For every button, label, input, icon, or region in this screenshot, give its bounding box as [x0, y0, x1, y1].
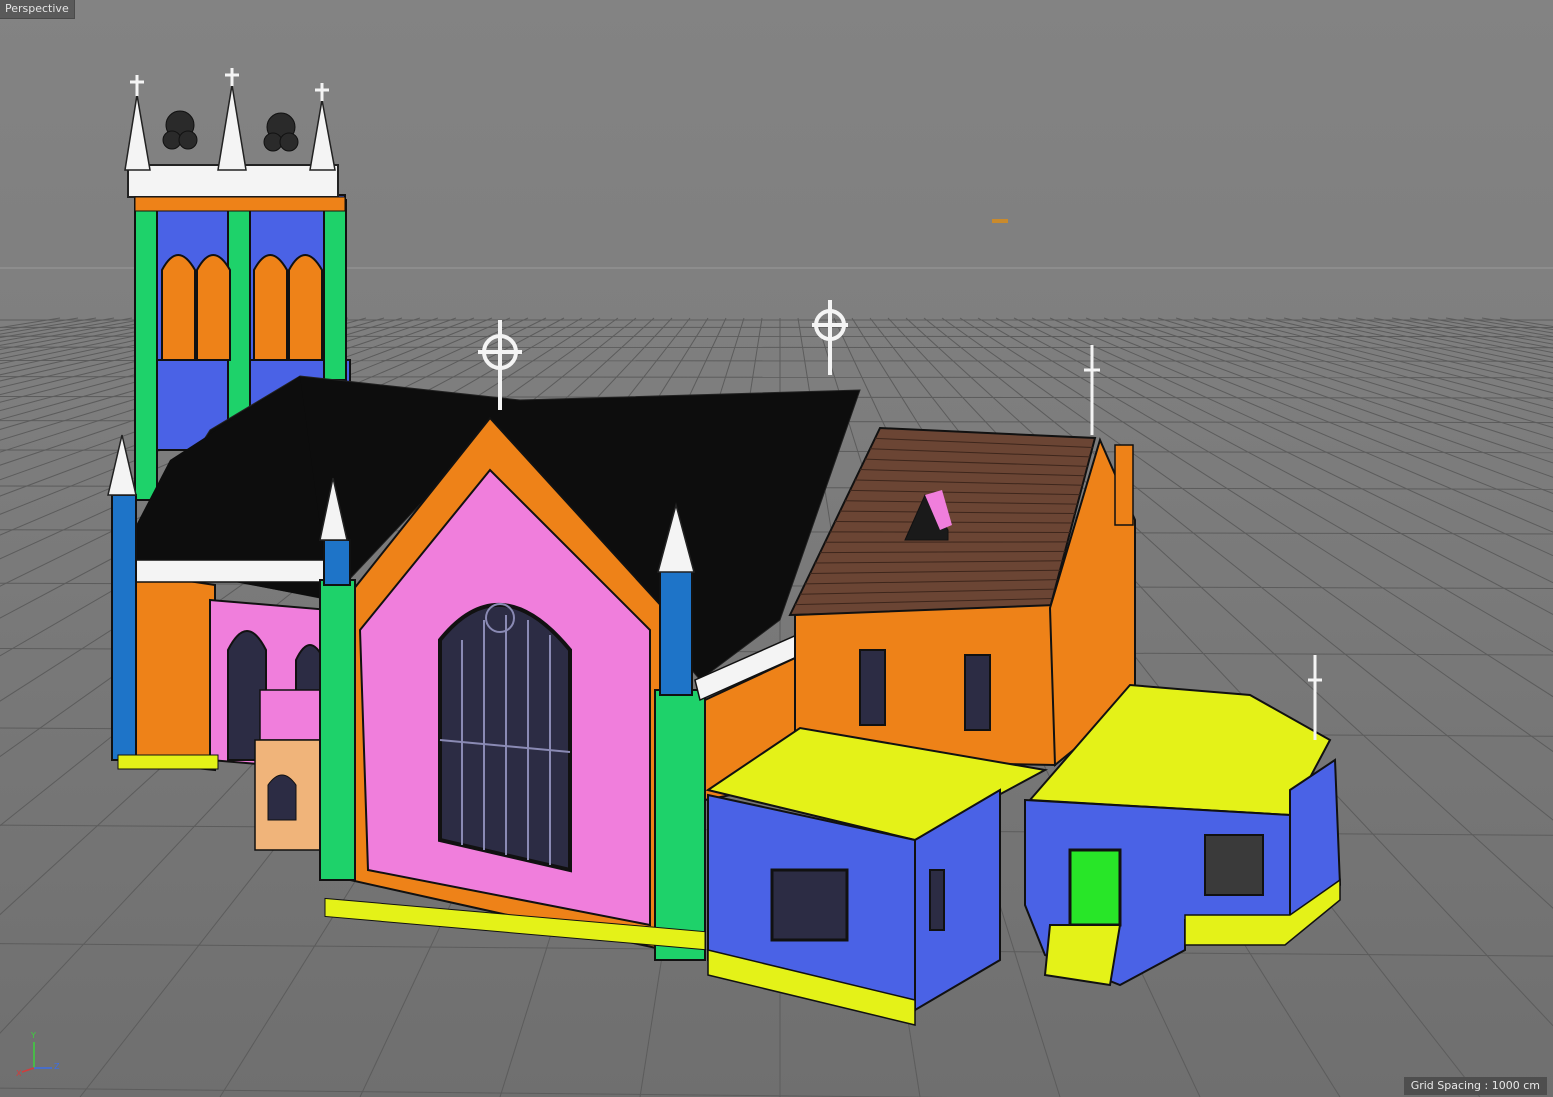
annex-left-window: [770, 868, 849, 942]
annex-left-side-window: [929, 869, 945, 931]
hall-window-2: [964, 654, 991, 731]
grid-line: [1337, 317, 1553, 363]
annex-right-grille: [1204, 834, 1264, 896]
grid-line: [1373, 317, 1553, 354]
tower-frieze: [134, 196, 346, 212]
perspective-scene[interactable]: [0, 0, 1553, 1097]
gable-blue-pier-left: [323, 539, 351, 586]
grid-line: [1355, 317, 1553, 358]
axis-x-label: X: [16, 1069, 22, 1078]
axis-z-label: Z: [54, 1062, 60, 1071]
gable-green-pier-right: [654, 689, 706, 961]
left-aisle-cornice: [119, 559, 331, 583]
grid-line: [1445, 317, 1553, 337]
3d-viewport[interactable]: Perspective Y X Z Grid Spacing : 1000 cm: [0, 0, 1553, 1097]
grid-line: [0, 1087, 949, 1097]
entry-door[interactable]: [1068, 848, 1122, 927]
porch-roof: [259, 689, 326, 741]
porch-window: [267, 774, 297, 821]
left-buttress-spire: [107, 434, 137, 496]
gable-green-pier-left: [319, 579, 356, 881]
annex-left: [705, 726, 1049, 1026]
axis-gizmo-lines: [21, 1042, 52, 1073]
grid-line: [1463, 317, 1553, 334]
axis-y-label: Y: [31, 1031, 36, 1040]
grid-line: [1499, 317, 1553, 327]
hall-window-1: [859, 649, 886, 726]
tile-course: [829, 531, 1071, 533]
grid-line: [0, 317, 61, 329]
grid-line: [1391, 317, 1553, 349]
left-buttress: [111, 494, 137, 761]
ridge-cross: [812, 300, 848, 375]
grid-line: [1409, 317, 1553, 345]
hall-chimney: [1114, 444, 1134, 526]
stray-object[interactable]: [992, 219, 1008, 223]
axis-gizmo: Y X Z: [14, 1030, 64, 1080]
grid-line: [1301, 317, 1553, 374]
left-aisle-base: [117, 754, 219, 770]
tower-pilaster-right: [323, 199, 347, 381]
grid-line: [0, 317, 79, 332]
view-name-label[interactable]: Perspective: [0, 0, 75, 19]
grid-spacing-indicator: Grid Spacing : 1000 cm: [1403, 1077, 1547, 1095]
grid-line: [1319, 317, 1553, 369]
tower-pinnacles: [124, 84, 336, 171]
tower-pilaster-left: [134, 199, 158, 501]
annex-cross: [1308, 655, 1322, 740]
grid-line: [0, 317, 97, 335]
entry-steps: [1043, 924, 1122, 987]
gable-blue-pier-right: [659, 569, 693, 696]
